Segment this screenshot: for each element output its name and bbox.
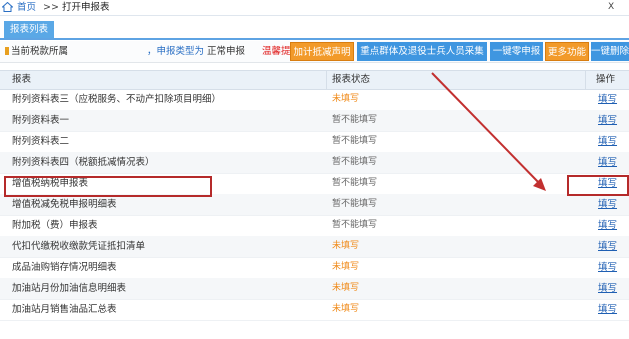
- annotation-arrow: [431, 72, 546, 191]
